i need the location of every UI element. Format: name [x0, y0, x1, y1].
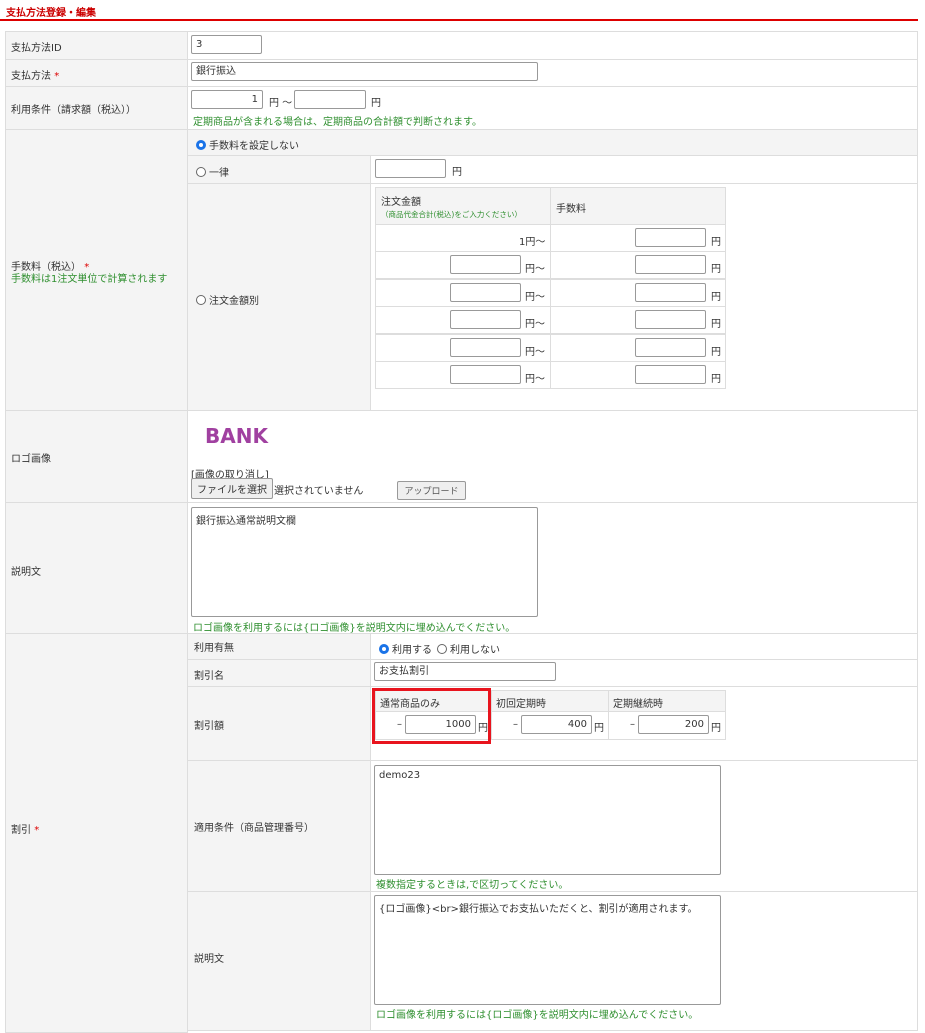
choose-file-button[interactable]: ファイルを選択: [191, 478, 273, 499]
sublabel-cell: 説明文: [187, 891, 371, 1031]
discount-name-field[interactable]: お支払割引: [374, 662, 556, 681]
bank-logo-image: BANK: [205, 424, 268, 448]
description-note: ロゴ画像を利用するには{ロゴ画像}を説明文内に埋め込んでください。: [193, 623, 516, 634]
highlight-box: [372, 688, 491, 744]
from-unit: 円〜: [525, 319, 545, 330]
label-cell: 支払方法 *: [5, 59, 188, 87]
discount-name-label: 割引名: [194, 671, 224, 682]
fee-amount-field[interactable]: [450, 283, 521, 302]
fee-sublabel: 手数料は1注文単位で計算されます: [11, 274, 168, 285]
sublabel-cell: 適用条件（商品管理番号）: [187, 760, 371, 892]
label-cell: 支払方法ID: [5, 31, 188, 60]
sublabel-cell: 割引額: [187, 686, 371, 761]
fee-value-field[interactable]: [635, 310, 706, 329]
usage-note: 定期商品が含まれる場合は、定期商品の合計額で判断されます。: [193, 117, 482, 128]
from-unit: 円〜: [525, 374, 545, 385]
upload-button[interactable]: アップロード: [397, 481, 466, 500]
payment-method-field[interactable]: 銀行振込: [191, 62, 538, 81]
fee-amount-field[interactable]: [450, 365, 521, 384]
usage-min-field[interactable]: 1: [191, 90, 263, 109]
sublabel-cell: 割引名: [187, 659, 371, 687]
discount-amount-field[interactable]: 200: [638, 715, 709, 734]
payment-id-field[interactable]: 3: [191, 35, 262, 54]
fee-unit: 円: [711, 292, 721, 303]
fee-value-field[interactable]: [635, 255, 706, 274]
minus-sign: –: [513, 719, 518, 730]
value-cell: [187, 31, 918, 60]
fee-value-field[interactable]: [635, 228, 706, 247]
usage-tilde: 円 〜: [269, 98, 293, 109]
sublabel-cell: 利用有無: [187, 633, 371, 660]
yen-unit: 円: [594, 723, 604, 734]
discount-amount-label: 割引額: [194, 721, 224, 732]
discount-desc-textarea[interactable]: {ロゴ画像}<br>銀行振込でお支払いただくと、割引が適用されます。: [374, 895, 721, 1005]
fee-none-row: 手数料を設定しない: [187, 129, 918, 156]
fee-amount-field[interactable]: [450, 338, 521, 357]
fee-value-field[interactable]: [635, 365, 706, 384]
fee-unit: 円: [711, 374, 721, 385]
from-unit: 円〜: [525, 264, 545, 275]
description-textarea[interactable]: 銀行振込通常説明文欄: [191, 507, 538, 617]
fee-value-field[interactable]: [635, 283, 706, 302]
fee-unit: 円: [711, 237, 721, 248]
fee-unit: 円: [711, 264, 721, 275]
label-cell: 割引 *: [5, 633, 188, 1033]
usage-label: 利用条件（請求額（税込））: [11, 105, 136, 116]
discount-label: 割引 *: [11, 825, 40, 836]
fee-flat-field[interactable]: [375, 159, 446, 178]
condition-note: 複数指定するときは,で区切ってください。: [376, 880, 569, 891]
usage-unit: 円: [371, 98, 381, 109]
label-cell: 説明文: [5, 502, 188, 634]
value-cell: 利用する 利用しない: [370, 633, 918, 660]
fee-by-amount-radio[interactable]: 注文金額別: [196, 292, 259, 307]
use-yes-radio[interactable]: 利用する: [379, 641, 432, 656]
fee-amount-field[interactable]: [450, 255, 521, 274]
col-amount-header: 注文金額 （商品代金合計(税込)をご入力ください）: [375, 187, 551, 225]
col-fee-header: 手数料: [550, 187, 726, 225]
fee-flat-radio[interactable]: 一律: [196, 164, 229, 179]
usage-max-field[interactable]: [294, 90, 366, 109]
col-amount-note: （商品代金合計(税込)をご入力ください）: [381, 210, 522, 219]
from-unit: 円〜: [525, 347, 545, 358]
discount-amount-field[interactable]: 400: [521, 715, 592, 734]
fee-unit: 円: [711, 347, 721, 358]
description-label: 説明文: [11, 567, 41, 578]
minus-sign: –: [630, 719, 635, 730]
condition-textarea[interactable]: demo23: [374, 765, 721, 875]
condition-label: 適用条件（商品管理番号）: [194, 823, 314, 834]
from-unit: 円〜: [525, 292, 545, 303]
label-cell: 利用条件（請求額（税込））: [5, 86, 188, 130]
use-no-radio[interactable]: 利用しない: [437, 641, 500, 656]
label-cell: 手数料（税込） * 手数料は1注文単位で計算されます: [5, 129, 188, 411]
fee-flat-label-cell: 一律: [187, 155, 371, 184]
page-title: 支払方法登録・編集: [6, 8, 96, 19]
col-fee-title: 手数料: [556, 204, 586, 215]
label-cell: ロゴ画像: [5, 410, 188, 503]
discount-col-header: 初回定期時: [491, 690, 609, 712]
fee-amount-field[interactable]: [450, 310, 521, 329]
no-file-text: 選択されていません: [274, 486, 364, 497]
fee-none-radio[interactable]: 手数料を設定しない: [196, 137, 299, 152]
col-amount-title: 注文金額: [381, 197, 421, 208]
yen-unit: 円: [711, 723, 721, 734]
fee-flat-unit: 円: [452, 167, 462, 178]
title-divider: [0, 19, 918, 21]
fee-amount-label-cell: 注文金額別: [187, 183, 371, 411]
fee-unit: 円: [711, 319, 721, 330]
discount-col-header: 定期継続時: [608, 690, 726, 712]
discount-desc-label: 説明文: [194, 954, 224, 965]
fee-value-field[interactable]: [635, 338, 706, 357]
logo-label: ロゴ画像: [11, 454, 51, 465]
method-label: 支払方法 *: [11, 71, 60, 82]
use-label: 利用有無: [194, 643, 234, 654]
discount-desc-note: ロゴ画像を利用するには{ロゴ画像}を説明文内に埋め込んでください。: [376, 1010, 699, 1021]
first-from-text: 1円〜: [519, 237, 546, 248]
id-label: 支払方法ID: [11, 43, 62, 54]
